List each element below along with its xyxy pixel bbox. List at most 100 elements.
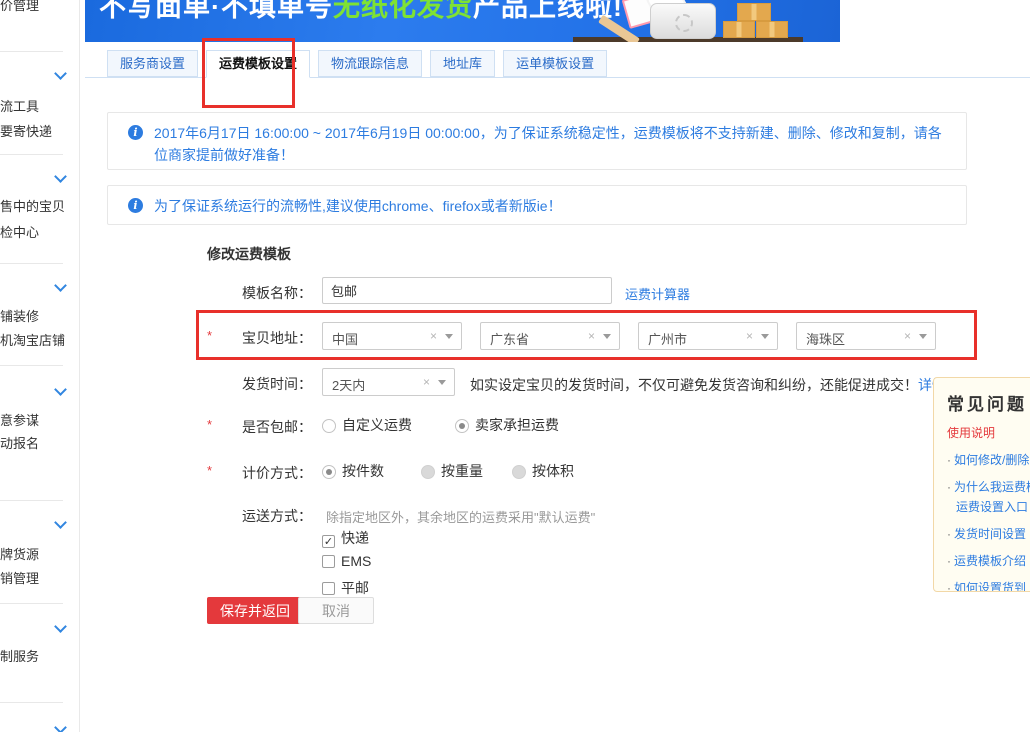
- checkbox-express[interactable]: ✓ 快递: [322, 528, 369, 548]
- radio-custom-freight[interactable]: 自定义运费: [322, 415, 412, 435]
- tab-waybill-template[interactable]: 运单模板设置: [503, 50, 607, 77]
- faq-link[interactable]: ·为什么我运费模: [947, 478, 1030, 495]
- region-select-country[interactable]: 中国 ×: [322, 322, 462, 350]
- sidebar-item[interactable]: 动报名: [0, 433, 39, 452]
- faq-link[interactable]: ·如何修改/删除: [947, 451, 1030, 468]
- radio-by-weight[interactable]: 按重量: [421, 461, 483, 481]
- faq-link[interactable]: ·运费模板介绍: [947, 552, 1030, 569]
- region-select-district[interactable]: 海珠区 ×: [796, 322, 936, 350]
- sidebar-item[interactable]: 检中心: [0, 222, 39, 241]
- info-icon: i: [128, 125, 143, 140]
- clear-icon[interactable]: ×: [430, 329, 437, 343]
- tab-provider-settings[interactable]: 服务商设置: [107, 50, 198, 77]
- sidebar-item[interactable]: 售中的宝贝: [0, 196, 65, 215]
- tab-bar: 服务商设置 运费模板设置 物流跟踪信息 地址库 运单模板设置: [107, 50, 607, 78]
- checkbox-checked-icon[interactable]: ✓: [322, 535, 335, 548]
- chevron-down-icon[interactable]: [54, 383, 67, 396]
- radio-label: 按重量: [441, 463, 483, 479]
- banner-headline: 不写面单·不填单号无纸化发货产品上线啦!: [99, 0, 623, 24]
- radio-by-piece[interactable]: 按件数: [322, 461, 384, 481]
- caret-down-icon[interactable]: [761, 334, 769, 339]
- ship-time-select[interactable]: 2天内 ×: [322, 368, 455, 396]
- radio-checked-icon[interactable]: [322, 465, 336, 479]
- faq-link-label: 如何设置货到: [954, 581, 1026, 592]
- faq-link[interactable]: ·发货时间设置: [947, 525, 1030, 542]
- tab-address-library[interactable]: 地址库: [430, 50, 495, 77]
- sidebar-item[interactable]: 制服务: [0, 646, 39, 665]
- divider: [0, 702, 63, 703]
- checkbox-label: 快递: [341, 530, 369, 546]
- clear-icon[interactable]: ×: [423, 375, 430, 389]
- faq-link[interactable]: 运费设置入口: [947, 498, 1030, 515]
- shipping-method-hint: 除指定地区外，其余地区的运费采用"默认运费": [326, 507, 595, 526]
- required-mark: *: [207, 417, 212, 432]
- chevron-down-icon[interactable]: [54, 67, 67, 80]
- faq-link-label: 发货时间设置: [954, 527, 1026, 541]
- chevron-down-icon[interactable]: [54, 170, 67, 183]
- save-button[interactable]: 保存并返回: [207, 597, 303, 624]
- checkbox-icon[interactable]: [322, 555, 335, 568]
- checkbox-surface-mail[interactable]: 平邮: [322, 578, 369, 598]
- sidebar-item[interactable]: 牌货源: [0, 544, 39, 563]
- chevron-down-icon[interactable]: [54, 721, 67, 732]
- caret-down-icon[interactable]: [603, 334, 611, 339]
- pricing-label: 计价方式：: [215, 463, 312, 483]
- clear-icon[interactable]: ×: [904, 329, 911, 343]
- sidebar-item[interactable]: 要寄快递: [0, 121, 52, 140]
- faq-panel: 常见问题 使用说明 ·如何修改/删除 ·为什么我运费模 运费设置入口 ·发货时间…: [933, 377, 1030, 592]
- radio-seller-pays[interactable]: 卖家承担运费: [455, 415, 559, 435]
- caret-down-icon[interactable]: [919, 334, 927, 339]
- region-select-city[interactable]: 广州市 ×: [638, 322, 778, 350]
- region-select-province[interactable]: 广东省 ×: [480, 322, 620, 350]
- tab-shipping-template[interactable]: 运费模板设置: [206, 50, 310, 78]
- sidebar-item[interactable]: 铺装修: [0, 306, 39, 325]
- select-value: 海珠区: [806, 329, 845, 348]
- clear-icon[interactable]: ×: [588, 329, 595, 343]
- caret-down-icon[interactable]: [445, 334, 453, 339]
- bullet-icon: ·: [947, 554, 951, 568]
- sidebar-item[interactable]: 意参谋: [0, 410, 39, 429]
- faq-link-label: 为什么我运费模: [954, 480, 1030, 494]
- radio-icon[interactable]: [322, 419, 336, 433]
- radio-by-volume[interactable]: 按体积: [512, 461, 574, 481]
- divider: [0, 500, 63, 501]
- faq-link-label: 运费设置入口: [956, 500, 1028, 514]
- chevron-down-icon[interactable]: [54, 279, 67, 292]
- select-value: 广东省: [490, 329, 529, 348]
- tab-logistics-tracking[interactable]: 物流跟踪信息: [318, 50, 422, 77]
- select-value: 2天内: [332, 375, 365, 394]
- divider: [0, 263, 63, 264]
- package-stack-icon: [737, 3, 771, 21]
- banner-headline-highlight: 无纸化发货: [333, 0, 473, 22]
- checkbox-icon[interactable]: [322, 582, 335, 595]
- info-icon: i: [128, 198, 143, 213]
- ship-time-label: 发货时间：: [215, 374, 312, 394]
- notice-text: 2017年6月17日 16:00:00 ~ 2017年6月19日 00:00:0…: [154, 125, 942, 163]
- chevron-down-icon[interactable]: [54, 516, 67, 529]
- sidebar-item[interactable]: 机淘宝店铺: [0, 330, 65, 349]
- faq-link[interactable]: ·如何设置货到: [947, 579, 1030, 592]
- item-address-label: 宝贝地址：: [215, 328, 312, 348]
- template-name-input[interactable]: [322, 277, 612, 304]
- divider: [0, 603, 63, 604]
- checkbox-ems[interactable]: EMS: [322, 553, 371, 569]
- package-stack-icon: [756, 21, 788, 38]
- caret-down-icon[interactable]: [438, 380, 446, 385]
- parcel-box-icon: [650, 3, 716, 39]
- cancel-button[interactable]: 取消: [298, 597, 374, 624]
- radio-label: 卖家承担运费: [475, 417, 559, 433]
- select-value: 中国: [332, 329, 358, 348]
- sidebar-item[interactable]: 销管理: [0, 568, 39, 587]
- chevron-down-icon[interactable]: [54, 620, 67, 633]
- clear-icon[interactable]: ×: [746, 329, 753, 343]
- sidebar-item[interactable]: 流工具: [0, 96, 39, 115]
- sidebar-item[interactable]: 价管理: [0, 0, 39, 14]
- notice-box: i 为了保证系统运行的流畅性,建议使用chrome、firefox或者新版ie！: [107, 185, 967, 225]
- freight-calculator-link[interactable]: 运费计算器: [625, 284, 690, 303]
- bullet-icon: ·: [947, 480, 951, 494]
- radio-checked-icon[interactable]: [455, 419, 469, 433]
- notice-box: i 2017年6月17日 16:00:00 ~ 2017年6月19日 00:00…: [107, 112, 967, 170]
- promo-banner[interactable]: 不写面单·不填单号无纸化发货产品上线啦!: [85, 0, 840, 42]
- required-mark: *: [207, 328, 212, 343]
- faq-usage-link[interactable]: 使用说明: [947, 424, 1030, 441]
